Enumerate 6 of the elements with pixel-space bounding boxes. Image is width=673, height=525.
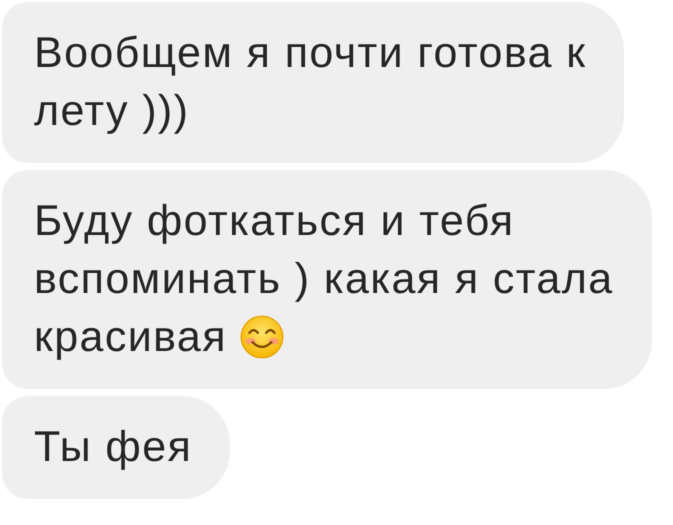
message-text: Вообщем я почти готова к: [34, 28, 586, 79]
message-text: Буду фоткаться и тебя: [34, 196, 514, 247]
message-text: лету ))): [34, 86, 190, 137]
message-text: Ты фея: [34, 422, 192, 473]
message-text: вспоминать ) какая я стала: [34, 254, 614, 305]
message-text: красивая: [34, 312, 227, 363]
